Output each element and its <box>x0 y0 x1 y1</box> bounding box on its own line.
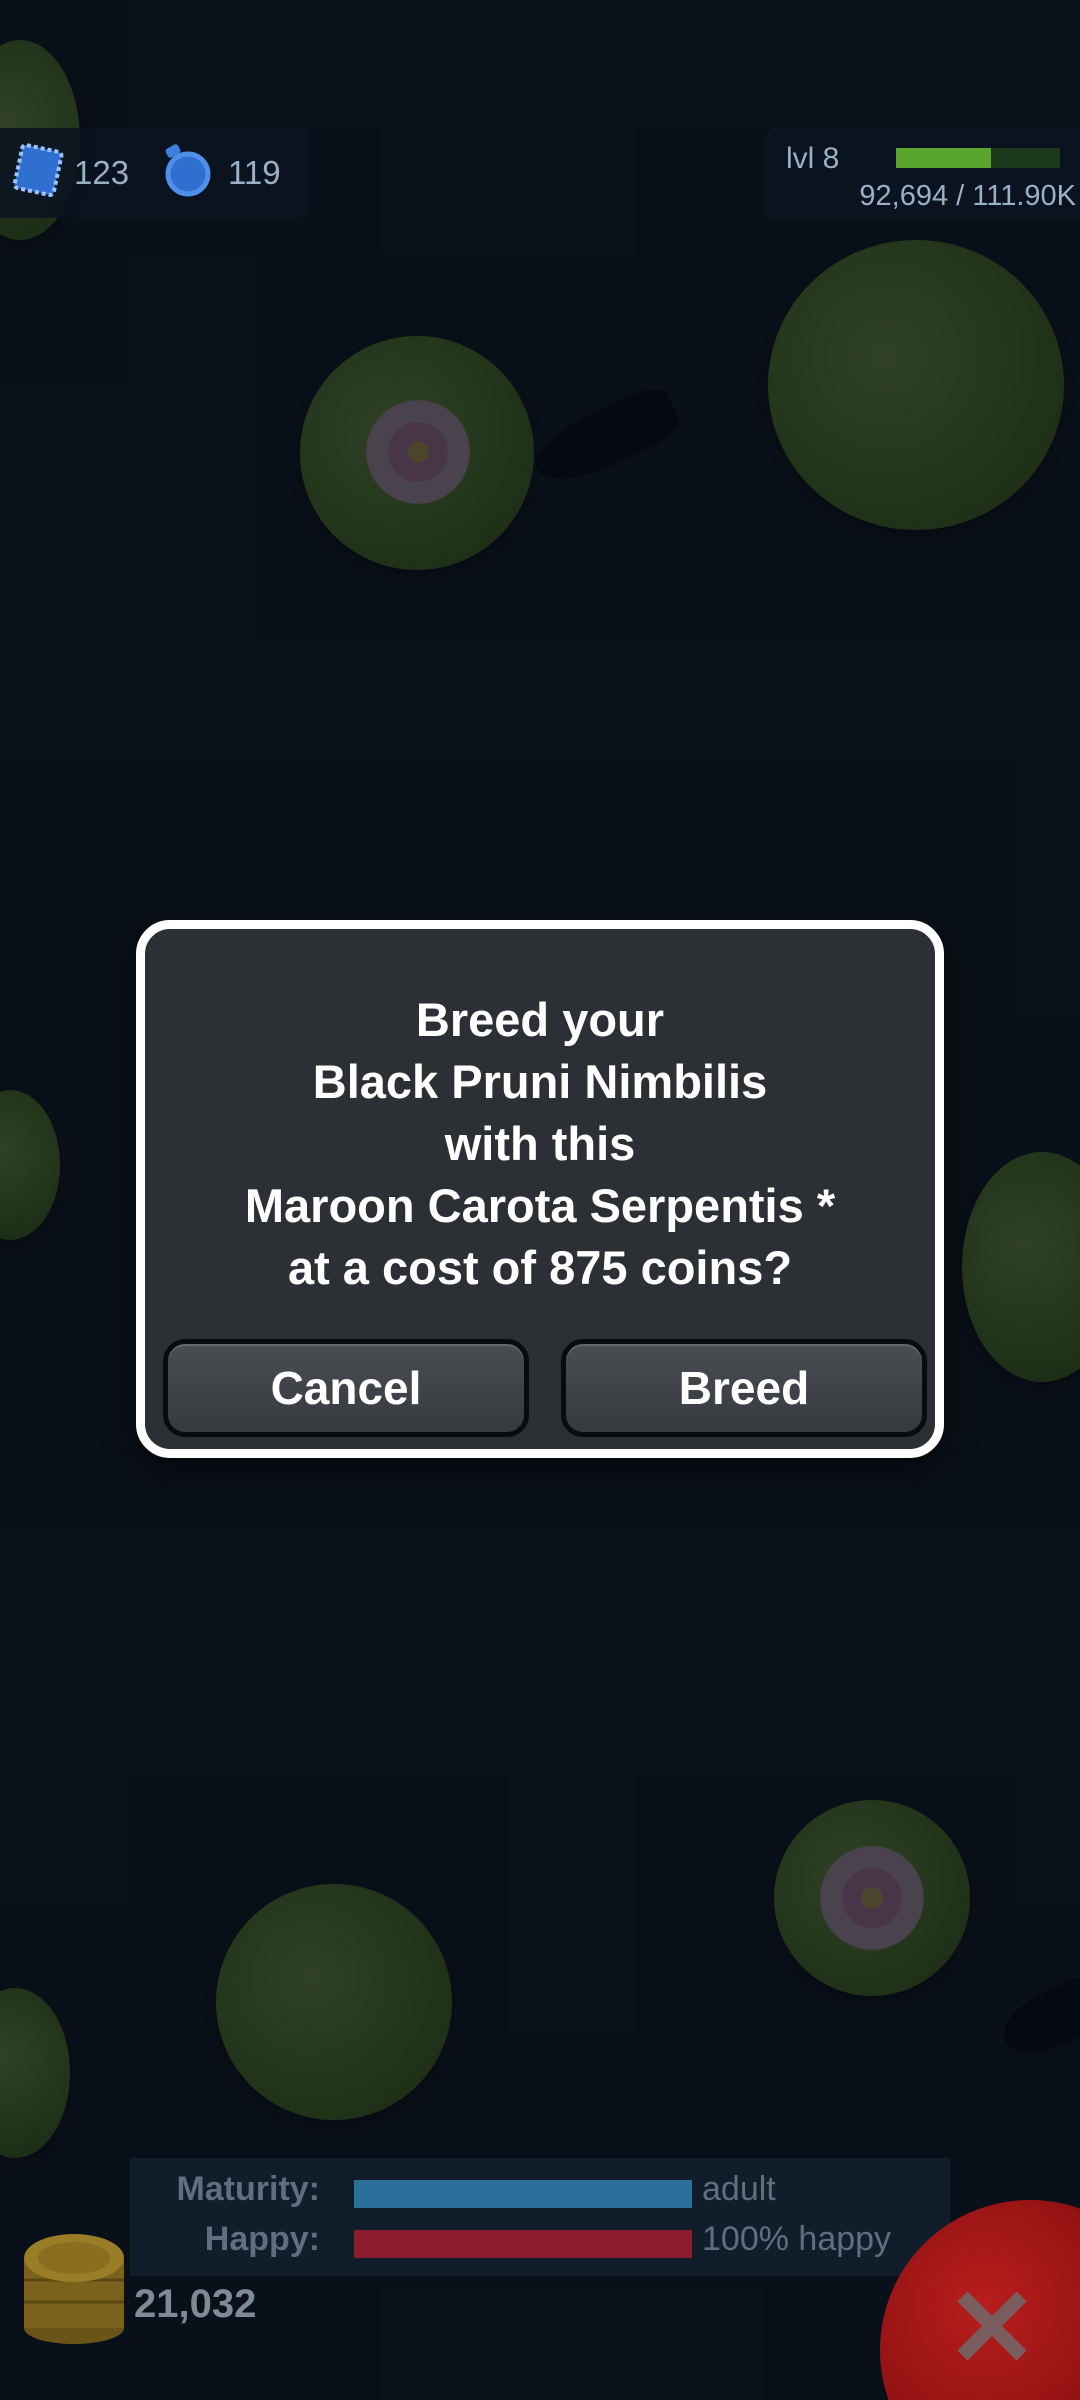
stamps-count: 123 <box>74 154 130 191</box>
dialog-line: Black Pruni Nimbilis <box>312 1055 768 1108</box>
maturity-value: adult <box>702 2170 776 2208</box>
potions-count: 119 <box>228 154 281 191</box>
dialog-message: Breed your Black Pruni Nimbilis with thi… <box>145 989 935 1299</box>
level-label: lvl 8 <box>786 142 840 175</box>
dialog-line: Maroon Carota Serpentis * <box>244 1179 836 1232</box>
stamp-icon[interactable] <box>8 140 68 200</box>
close-icon: ✕ <box>946 2267 1039 2390</box>
breed-button[interactable]: Breed <box>561 1339 927 1437</box>
level-panel: lvl 8 92,694 / 111.90K <box>766 128 1080 218</box>
happy-bar <box>354 2230 692 2258</box>
coins-icon[interactable] <box>20 2222 128 2346</box>
currency-bar: 123 119 <box>0 128 310 218</box>
coin-balance: 21,032 <box>134 2282 257 2326</box>
maturity-bar-fill <box>354 2180 692 2208</box>
cancel-button[interactable]: Cancel <box>163 1339 529 1437</box>
dialog-line: at a cost of 875 coins? <box>287 1241 793 1294</box>
maturity-bar <box>354 2180 692 2208</box>
dialog-line: with this <box>444 1117 636 1170</box>
xp-text: 92,694 / 111.90K <box>859 180 1076 212</box>
dialog-line: Breed your <box>415 993 665 1046</box>
xp-progress-bar <box>896 148 1060 168</box>
potion-icon[interactable] <box>156 140 216 200</box>
happy-value: 100% happy <box>702 2220 892 2258</box>
game-screen: 123 119 lvl 8 92,694 / 111.90K Maturity:… <box>0 0 1080 2400</box>
happy-bar-fill <box>354 2230 692 2258</box>
happy-label: Happy: <box>204 2220 320 2258</box>
xp-progress-fill <box>896 148 992 168</box>
breed-confirm-dialog: Breed your Black Pruni Nimbilis with thi… <box>136 920 944 1458</box>
maturity-label: Maturity: <box>176 2170 320 2208</box>
fish-status-panel: Maturity: adult Happy: 100% happy <box>130 2158 950 2276</box>
